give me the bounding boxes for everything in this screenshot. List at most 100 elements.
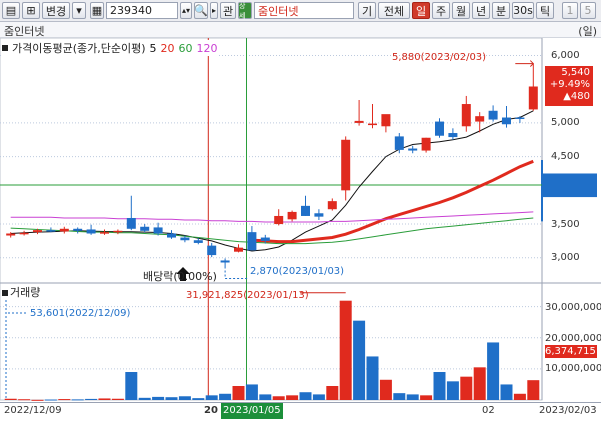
- ma60-label[interactable]: 60: [179, 42, 193, 55]
- volume-low-annotation: 53,601(2022/12/09): [30, 308, 131, 319]
- volume-bar: [420, 395, 433, 400]
- volume-bar: [192, 398, 205, 400]
- change-percent: +9.49%: [549, 79, 590, 90]
- ma-line-20: [251, 159, 534, 244]
- candles: [6, 63, 538, 267]
- period-button-year[interactable]: 년: [472, 2, 490, 19]
- search-icon[interactable]: 🔍: [194, 2, 208, 19]
- code-list-icon[interactable]: ▦: [90, 2, 104, 19]
- candle-body: [381, 114, 391, 127]
- candle-body: [220, 260, 230, 263]
- candle-body: [100, 232, 109, 234]
- candle-body: [86, 229, 96, 234]
- candle-body: [314, 213, 324, 217]
- ma-line-120: [10, 211, 534, 223]
- volume-bar: [527, 380, 540, 400]
- candle-body: [59, 228, 69, 232]
- candle-body: [301, 205, 310, 216]
- candle-body: [126, 217, 136, 229]
- volume-bar: [326, 386, 339, 400]
- date-tick: 02: [482, 405, 495, 416]
- period-button-0[interactable]: 기: [358, 2, 376, 19]
- grid-icon[interactable]: ⊞: [22, 2, 40, 19]
- candle-body: [448, 133, 458, 138]
- ma20-label[interactable]: 20: [161, 42, 175, 55]
- date-tick: 2023/02/03: [539, 405, 597, 416]
- candle-body: [475, 116, 485, 122]
- price-tick: 3,500: [551, 219, 580, 230]
- volume-high-annotation: 31,921,825(2023/01/13): [186, 290, 309, 301]
- low-annotation: 2,870(2023/01/03): [250, 266, 345, 277]
- candle-body: [207, 245, 217, 256]
- stock-name-field[interactable]: 줌인터넷: [254, 2, 354, 19]
- period-label: (일): [578, 25, 597, 38]
- candle-body: [488, 110, 498, 120]
- volume-bar: [98, 398, 111, 400]
- volume-bar: [31, 399, 44, 401]
- stock-chart[interactable]: [0, 38, 601, 402]
- change-button[interactable]: 변경: [42, 2, 70, 19]
- candle-body: [260, 237, 270, 241]
- candle-body: [354, 120, 364, 123]
- change-dropdown-icon[interactable]: ▾: [72, 2, 86, 19]
- candle-body: [408, 148, 418, 151]
- volume-bar: [165, 397, 178, 400]
- volume-bar: [513, 393, 526, 400]
- candle-body: [180, 237, 190, 241]
- period-button-30s[interactable]: 30s: [512, 2, 534, 19]
- legend-square-icon: [2, 45, 8, 51]
- volume-bar: [433, 372, 446, 400]
- volume-bar: [245, 384, 258, 400]
- volume-title-text: 거래량: [10, 286, 41, 299]
- candle-body: [167, 233, 176, 238]
- candle-body: [421, 137, 431, 151]
- high-annotation: 5,880(2023/02/03): [392, 52, 487, 63]
- candle-body: [528, 86, 538, 110]
- period-button-week[interactable]: 주: [432, 2, 450, 19]
- interval-5-button[interactable]: 5: [580, 2, 596, 19]
- price-tick: 3,000: [551, 252, 580, 263]
- volume-bar: [312, 394, 325, 400]
- interval-1-button[interactable]: 1: [562, 2, 578, 19]
- period-button-minute[interactable]: 분: [492, 2, 510, 19]
- detail-button[interactable]: 상세: [238, 2, 252, 20]
- candle-body: [341, 139, 351, 191]
- period-button-day[interactable]: 일: [412, 2, 430, 19]
- volume-bar: [138, 397, 151, 400]
- volume-bar: [4, 398, 17, 400]
- volume-bar: [393, 393, 406, 400]
- volume-tick: 30,000,000: [545, 302, 601, 313]
- period-button-1[interactable]: 전체: [378, 2, 410, 19]
- candle-body: [274, 215, 284, 225]
- current-price-box: 5,540 +9.49% ▲480: [545, 66, 593, 106]
- ma120-label[interactable]: 120: [197, 42, 218, 55]
- toolbar: ▤ ⊞ 변경 ▾ ▦ 239340 ▴▾ 🔍 ▸ 관 상세 줌인터넷 기 전체 …: [0, 0, 601, 22]
- volume-bar: [178, 396, 191, 400]
- candle-body: [46, 230, 56, 232]
- stock-code-input[interactable]: 239340: [106, 2, 178, 19]
- menu-icon[interactable]: ▤: [2, 2, 20, 19]
- marker-lines: [0, 38, 542, 400]
- period-button-tick[interactable]: 틱: [536, 2, 554, 19]
- candle-body: [73, 228, 83, 231]
- candle-body: [193, 240, 203, 243]
- ma-legend: 가격이동평균(종가,단순이평) 5 20 60 120: [2, 40, 218, 56]
- legend-title: 가격이동평균(종가,단순이평): [12, 42, 146, 55]
- play-icon[interactable]: ▸: [210, 2, 218, 19]
- volume-bar: [473, 367, 486, 400]
- period-button-month[interactable]: 월: [452, 2, 470, 19]
- chart-grid: [0, 38, 601, 401]
- relation-button[interactable]: 관: [220, 2, 236, 19]
- candle-body: [247, 232, 257, 251]
- change-amount: ▲480: [563, 91, 590, 102]
- candle-body: [327, 201, 337, 210]
- code-stepper[interactable]: ▴▾: [180, 2, 192, 19]
- date-tick: 20: [204, 405, 218, 416]
- ma5-label[interactable]: 5: [150, 42, 157, 55]
- price-tick: 4,500: [551, 151, 580, 162]
- volume-bar: [500, 384, 513, 400]
- candle-body: [153, 227, 163, 234]
- volume-bar: [259, 394, 272, 400]
- low-leader-line: [224, 266, 248, 280]
- current-volume-box: 6,374,715: [545, 345, 597, 358]
